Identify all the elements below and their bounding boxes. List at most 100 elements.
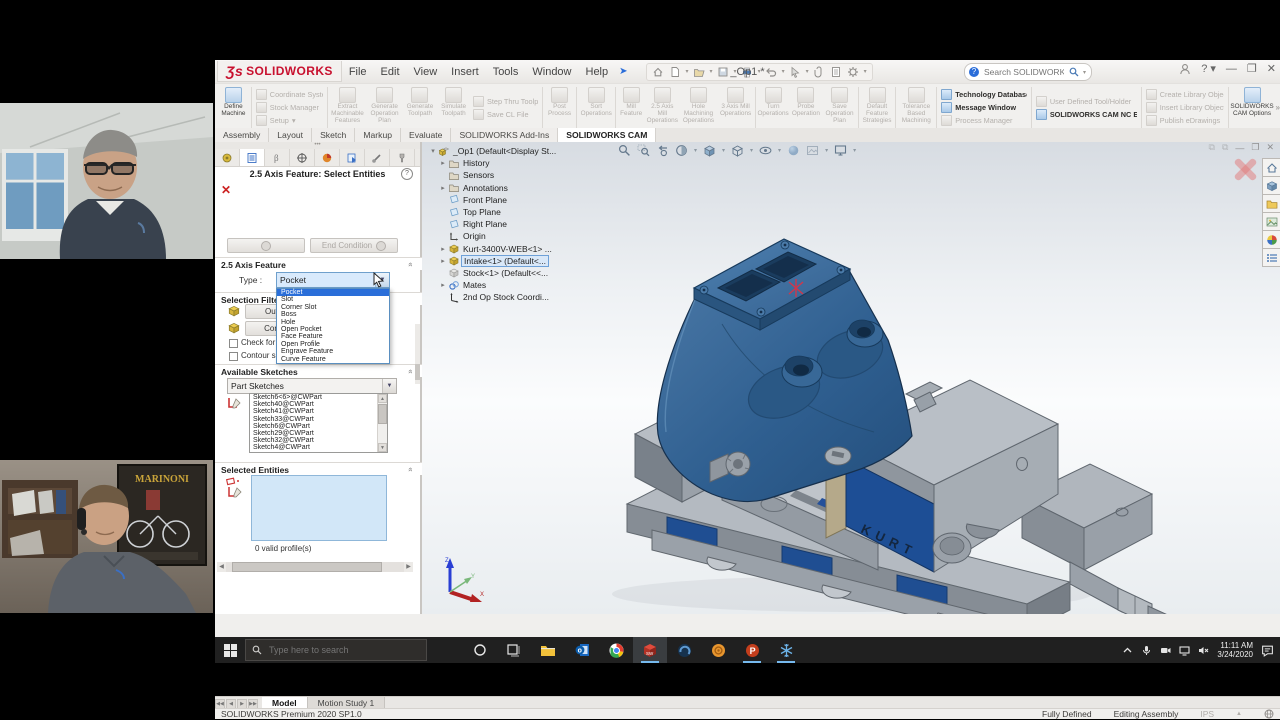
scroll-left-icon[interactable]: ◀	[217, 562, 226, 572]
setup-button[interactable]: Setup ▾	[255, 115, 323, 126]
sketch-list-item[interactable]: Sketch40@CWPart	[250, 401, 387, 408]
doc-close-icon[interactable]: ✕	[1266, 142, 1274, 153]
type-option-face-feature[interactable]: Face Feature	[277, 333, 389, 340]
help-search-box[interactable]: ? ▾	[964, 63, 1092, 81]
new-document-icon[interactable]	[668, 65, 683, 79]
panel-help-icon[interactable]: ?	[401, 168, 413, 180]
process-manager-button[interactable]: Process Manager	[941, 115, 1027, 126]
tree-item-stock[interactable]: Stock<1> (Default<<...	[428, 267, 643, 279]
panel-close-icon[interactable]: ✕	[221, 184, 231, 196]
user-defined-tool-holder-button[interactable]: User Defined Tool/Holder	[1035, 95, 1137, 107]
appearances-scenes-icon[interactable]	[1262, 230, 1280, 249]
close-button[interactable]: ✕	[1267, 62, 1276, 75]
end-condition-toggle-button[interactable]: End Condition	[310, 238, 398, 253]
default-feature-strategies-button[interactable]: Default Feature Strategies	[860, 85, 895, 130]
sketch-list-item[interactable]: Sketch32@CWPart	[250, 437, 387, 444]
tray-expand-icon[interactable]	[1122, 645, 1133, 656]
sketch-list-item[interactable]: Sketch4@CWPart	[250, 444, 387, 451]
tab-evaluate[interactable]: Evaluate	[401, 128, 452, 142]
doc-minimize-icon[interactable]: —	[1235, 143, 1244, 153]
technology-database-button[interactable]: Technology Database	[941, 89, 1027, 100]
powerpoint-icon[interactable]: P	[735, 637, 769, 663]
taskbar-clock[interactable]: 11:11 AM 3/24/2020	[1217, 641, 1253, 659]
camworks-icon[interactable]	[701, 637, 735, 663]
message-window-button[interactable]: Message Window	[941, 102, 1027, 113]
minimize-button[interactable]: —	[1226, 63, 1237, 75]
cam-options-button[interactable]: SOLIDWORKS CAM Options	[1230, 85, 1274, 130]
sketch-list-item[interactable]: Sketch41@CWPart	[250, 408, 387, 415]
sort-operations-button[interactable]: Sort Operations	[578, 85, 614, 130]
edit-appearance-icon[interactable]	[787, 144, 800, 157]
start-button[interactable]	[215, 637, 245, 663]
selected-entities-box[interactable]	[251, 475, 387, 541]
3-axis-mill-operations-button[interactable]: 3 Axis Mill Operations	[717, 85, 753, 130]
tree-item-sensors[interactable]: Sensors	[428, 169, 643, 181]
undo-icon[interactable]	[764, 65, 779, 79]
tab-layout[interactable]: Layout	[269, 128, 313, 142]
section-view-icon[interactable]	[675, 144, 688, 157]
nc-editor-button[interactable]: SOLIDWORKS CAM NC Editor	[1035, 108, 1137, 120]
options-gear-icon[interactable]	[846, 65, 861, 79]
sketch-list-item[interactable]: Sketch29@CWPart	[250, 430, 387, 437]
properties-icon[interactable]	[829, 65, 844, 79]
type-option-corner-slot[interactable]: Corner Slot	[277, 304, 389, 311]
selected-collapse-icon[interactable]: »	[405, 467, 414, 471]
sketch-list-item[interactable]: Sketch6<6>@CWPart	[250, 394, 387, 401]
tab-configurations[interactable]: β	[265, 149, 290, 166]
available-sketches-list[interactable]: Sketch6<6>@CWPart Sketch40@CWPart Sketch…	[249, 393, 388, 453]
tree-item-origin[interactable]: Origin	[428, 230, 643, 242]
chrome-icon[interactable]	[599, 637, 633, 663]
edrawings-icon[interactable]	[667, 637, 701, 663]
entities-toggle-button[interactable]	[227, 238, 305, 253]
status-globe-icon[interactable]	[1264, 709, 1274, 719]
volume-muted-icon[interactable]	[1198, 645, 1209, 656]
menu-insert[interactable]: Insert	[444, 60, 486, 83]
turn-operations-button[interactable]: Turn Operations	[757, 85, 790, 130]
simulate-toolpath-button[interactable]: Simulate Toolpath	[437, 85, 470, 130]
tree-item-front-plane[interactable]: Front Plane	[428, 194, 643, 206]
save-operation-plan-button[interactable]: Save Operation Plan	[822, 85, 857, 130]
previous-view-icon[interactable]	[656, 144, 669, 157]
print-icon[interactable]	[740, 65, 755, 79]
menu-edit[interactable]: Edit	[374, 60, 407, 83]
tab-cam-tools[interactable]	[365, 149, 390, 166]
scroll-up-icon[interactable]: ▲	[378, 394, 387, 403]
pin-menu-icon[interactable]: ➤	[619, 66, 627, 77]
open-icon[interactable]	[692, 65, 707, 79]
menu-view[interactable]: View	[407, 60, 445, 83]
tab-cam-feature-tree[interactable]	[215, 149, 240, 166]
feature-collapse-icon[interactable]: »	[405, 262, 414, 266]
menu-file[interactable]: File	[342, 60, 374, 83]
insert-library-object-button[interactable]: Insert Library Object	[1145, 102, 1224, 113]
status-expand-icon[interactable]: ▲	[1236, 711, 1242, 717]
post-process-button[interactable]: Post Process	[544, 85, 575, 130]
type-option-hole[interactable]: Hole	[277, 319, 389, 326]
type-option-boss[interactable]: Boss	[277, 311, 389, 318]
view-settings-icon[interactable]	[834, 144, 847, 157]
cortana-icon[interactable]	[463, 637, 497, 663]
scroll-down-icon[interactable]: ▼	[378, 443, 387, 452]
file-explorer-icon[interactable]	[531, 637, 565, 663]
display-share-icon[interactable]	[1179, 645, 1190, 656]
tab-property-manager[interactable]	[240, 149, 265, 166]
type-option-open-pocket[interactable]: Open Pocket	[277, 326, 389, 333]
taskbar-search-box[interactable]	[245, 639, 427, 661]
view-palette-icon[interactable]	[1262, 212, 1280, 231]
coordinate-system-button[interactable]: Coordinate System	[255, 89, 323, 100]
tree-item-intake[interactable]: ▸ Intake<1> (Default<...	[428, 254, 643, 267]
stock-manager-button[interactable]: Stock Manager	[255, 102, 323, 113]
define-machine-button[interactable]: Define Machine	[217, 85, 250, 130]
sketch-list-item[interactable]: Sketch33@CWPart	[250, 416, 387, 423]
restore-button[interactable]: ❐	[1247, 62, 1257, 75]
25-axis-mill-operations-button[interactable]: 2.5 Axis Mill Operations	[645, 85, 680, 130]
camera-icon[interactable]	[1160, 645, 1171, 656]
status-units[interactable]: IPS	[1200, 709, 1214, 719]
apply-scene-icon[interactable]	[806, 144, 819, 157]
check-taper-checkbox[interactable]	[229, 339, 238, 348]
tab-cam-tooling[interactable]	[390, 149, 415, 166]
type-option-pocket[interactable]: Pocket	[277, 289, 389, 297]
task-view-icon[interactable]	[497, 637, 531, 663]
sketches-collapse-icon[interactable]: »	[405, 369, 414, 373]
tab-sketch[interactable]: Sketch	[312, 128, 356, 142]
tree-item-annotations[interactable]: ▸ Annotations	[428, 182, 643, 194]
